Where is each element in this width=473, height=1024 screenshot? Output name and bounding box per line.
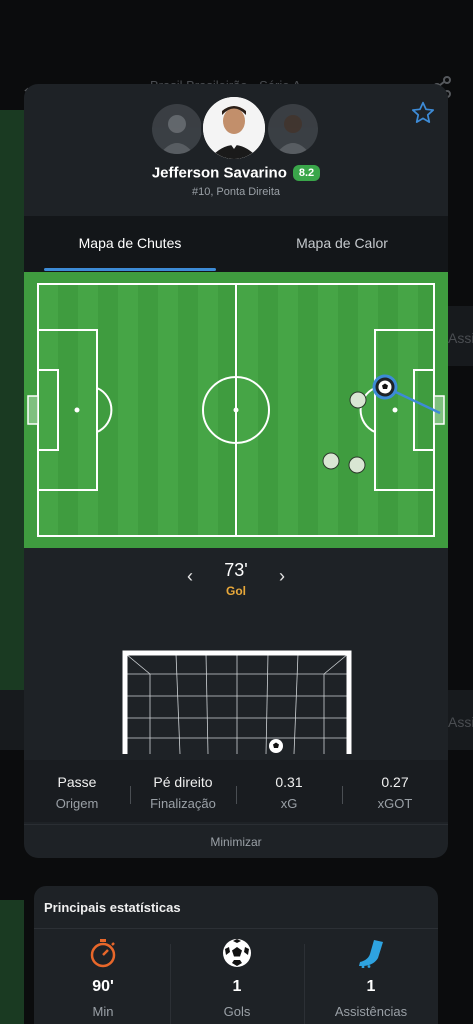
assists-stat: 1 Assistências xyxy=(304,936,438,1019)
player-name: Jefferson Savarino xyxy=(151,164,287,182)
shot-map-modal: Jefferson Savarino 8.2 #10, Ponta Direita… xyxy=(24,84,448,858)
avatar-next-player[interactable] xyxy=(268,104,318,154)
active-tab-indicator xyxy=(44,268,216,271)
player-position: #10, Ponta Direita xyxy=(191,186,281,198)
assists-value: 1 xyxy=(366,978,376,995)
shot-result: Gol xyxy=(226,584,246,598)
minimize-button[interactable]: Minimizar xyxy=(24,824,448,858)
goals-value: 1 xyxy=(232,978,242,995)
shot-marker[interactable] xyxy=(348,456,366,474)
favorite-star-icon[interactable] xyxy=(410,100,438,128)
main-stats-card: Principais estatísticas 90' Min 1 Gols 1… xyxy=(34,886,438,1024)
shot-map-pitch xyxy=(24,272,448,548)
stopwatch-icon xyxy=(36,936,170,970)
background-pitch-edge xyxy=(0,110,24,690)
minutes-value: 90' xyxy=(92,978,114,995)
shot-finish-label: Finalização xyxy=(150,796,216,811)
football-icon xyxy=(170,936,304,970)
goal-mouth-diagram xyxy=(122,650,352,755)
shot-marker[interactable] xyxy=(349,391,367,409)
xgot-stat: 0.27 xGOT xyxy=(342,760,448,811)
divider xyxy=(34,928,438,929)
shot-minute: 73' xyxy=(224,560,248,580)
shot-origin-stat: Passe Origem xyxy=(24,760,130,811)
assists-label: Assistências xyxy=(334,1004,408,1019)
xgot-value: 0.27 xyxy=(381,774,409,790)
background-side-text: Assi xyxy=(448,714,473,730)
minutes-label: Min xyxy=(92,1004,114,1019)
next-shot-chevron-icon[interactable]: › xyxy=(272,566,292,587)
shot-origin-label: Origem xyxy=(55,796,99,811)
tab-heat-map[interactable]: Mapa de Calor xyxy=(236,216,448,272)
player-avatar xyxy=(201,95,267,161)
shot-marker[interactable] xyxy=(322,452,340,470)
xgot-label: xGOT xyxy=(377,796,413,811)
shot-finish-value: Pé direito xyxy=(153,774,213,790)
tab-shot-map[interactable]: Mapa de Chutes xyxy=(24,216,236,272)
boot-icon xyxy=(304,936,438,970)
player-name-row: Jefferson Savarino 8.2 xyxy=(24,164,448,182)
xg-label: xG xyxy=(280,796,298,811)
background-pitch-edge xyxy=(0,900,24,1024)
avatar-previous-player[interactable] xyxy=(152,104,202,154)
tab-bar: Mapa de Chutes Mapa de Calor xyxy=(24,216,448,272)
main-stats-title: Principais estatísticas xyxy=(44,900,181,915)
shot-details-row: Passe Origem Pé direito Finalização 0.31… xyxy=(24,760,448,822)
player-header: Jefferson Savarino 8.2 #10, Ponta Direita xyxy=(24,84,448,216)
shot-navigator: ‹ 73' Gol › xyxy=(24,554,448,604)
rating-badge: 8.2 xyxy=(292,165,321,182)
goals-stat: 1 Gols xyxy=(170,936,304,1019)
shot-origin-value: Passe xyxy=(57,774,97,790)
xg-stat: 0.31 xG xyxy=(236,760,342,811)
background-side-text: Assi xyxy=(448,330,473,346)
shot-finish-stat: Pé direito Finalização xyxy=(130,760,236,811)
minutes-stat: 90' Min xyxy=(36,936,170,1019)
goals-label: Gols xyxy=(223,1004,251,1019)
xg-value: 0.31 xyxy=(275,774,303,790)
